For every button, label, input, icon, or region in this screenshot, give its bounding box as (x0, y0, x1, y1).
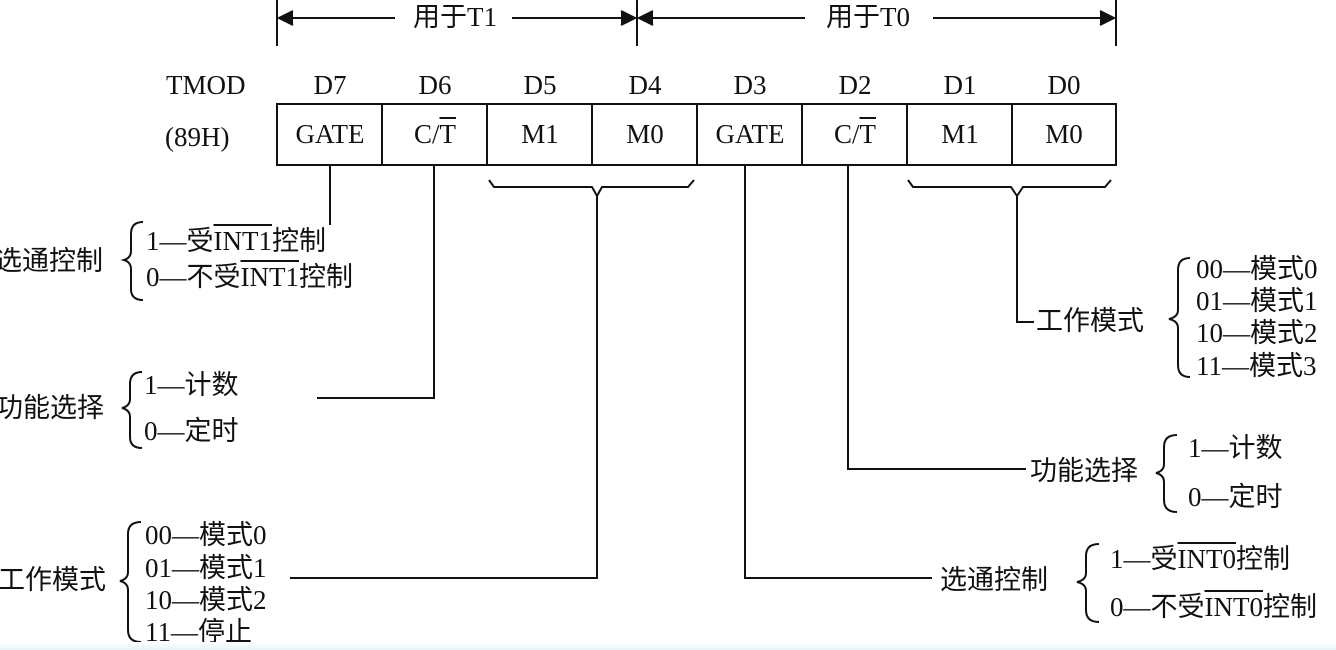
t0-range-label: 用于T0 (826, 2, 910, 32)
t1-ct-title: 功能选择 (0, 393, 104, 423)
field-ct-t0: C/T (833, 119, 877, 149)
t0-gate-title: 选通控制 (940, 565, 1048, 595)
field-m1-t0: M1 (941, 119, 979, 149)
t0-mode-title: 工作模式 (1036, 306, 1144, 336)
t1-left-arrowhead (276, 10, 294, 26)
t0-left-arrowhead (636, 10, 654, 26)
register-address: (89H) (165, 122, 230, 152)
t0-right-arrowhead (1099, 10, 1117, 26)
t0-ct-option-1: 1—计数 (1188, 433, 1283, 463)
bit-label: D2 (838, 70, 872, 100)
t1-gate-brace (120, 221, 144, 301)
t0-gate-option-0: 0—不受INT0控制 (1110, 592, 1317, 622)
field-ct-t1: C/T (413, 119, 457, 149)
field-m0-t0: M0 (1045, 119, 1083, 149)
t0-mode-brace-options (1168, 257, 1191, 378)
t1-ct-brace (121, 371, 143, 449)
t1-gate-option-0: 0—不受INT1控制 (146, 262, 353, 292)
t1-mode-option: 10—模式2 (145, 585, 267, 615)
t1-mode-brace (488, 179, 695, 199)
t0-mode-connector (1016, 196, 1034, 323)
bit-label: D4 (628, 70, 662, 100)
bit-label: D7 (313, 70, 347, 100)
t0-gate-option-1: 1—受INT0控制 (1110, 544, 1290, 574)
bottom-edge-strip (0, 642, 1336, 650)
t0-ct-title: 功能选择 (1030, 456, 1138, 486)
t1-right-arrowhead (620, 10, 638, 26)
bit-label: D3 (733, 70, 767, 100)
field-m0-t1: M0 (626, 119, 664, 149)
t0-ct-connector (847, 165, 1026, 470)
t1-range-label: 用于T1 (413, 2, 497, 32)
t0-mode-option: 01—模式1 (1196, 286, 1318, 316)
t1-mode-brace-options (119, 521, 142, 643)
t1-gate-option-1: 1—受INT1控制 (146, 226, 326, 256)
t0-mode-brace (907, 179, 1112, 198)
t0-mode-option: 00—模式0 (1196, 254, 1318, 284)
tmod-diagram: 用于T1 用于T0 TMOD (89H) D7 D6 D5 D4 D3 D2 D… (0, 0, 1336, 650)
t0-ct-option-0: 0—定时 (1188, 482, 1283, 512)
register-name: TMOD (166, 70, 246, 100)
field-gate-t0: GATE (715, 119, 785, 149)
t1-mode-option: 00—模式0 (145, 520, 267, 550)
t0-gate-connector (744, 165, 932, 579)
t1-gate-title: 选通控制 (0, 246, 103, 276)
t-bar: T (859, 119, 877, 149)
bit-label: D6 (418, 70, 452, 100)
t0-mode-option: 10—模式2 (1196, 318, 1318, 348)
bit-label: D0 (1047, 70, 1081, 100)
field-gate-t1: GATE (295, 119, 365, 149)
bit-label: D1 (943, 70, 977, 100)
t1-mode-option: 01—模式1 (145, 553, 267, 583)
t0-mode-option: 11—模式3 (1196, 351, 1317, 381)
t1-ct-option-0: 0—定时 (144, 416, 239, 446)
t0-gate-brace (1076, 543, 1100, 623)
t1-ct-option-1: 1—计数 (144, 370, 239, 400)
t-bar: T (439, 119, 457, 149)
t1-mode-connector (290, 196, 598, 579)
t1-mode-title: 工作模式 (0, 565, 106, 595)
bit-label: D5 (523, 70, 557, 100)
field-m1-t1: M1 (521, 119, 559, 149)
t0-ct-brace (1155, 434, 1178, 513)
